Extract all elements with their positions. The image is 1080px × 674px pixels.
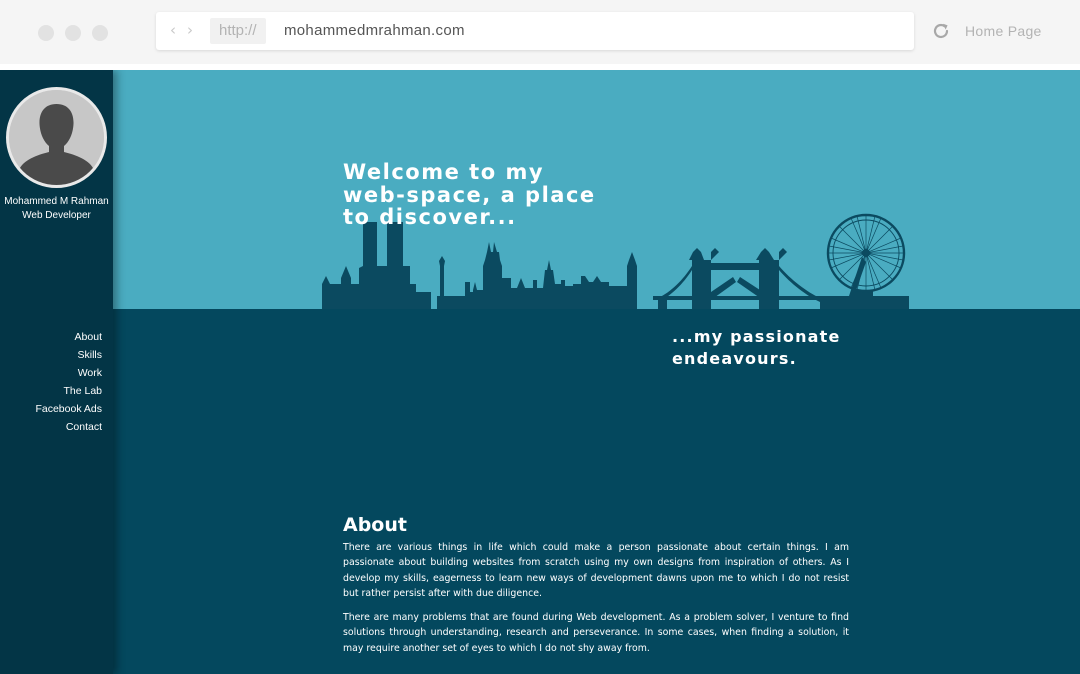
profile-role: Web Developer xyxy=(22,210,91,221)
sidebar-menu: About Skills Work The Lab Facebook Ads C… xyxy=(35,328,102,436)
about-heading: About xyxy=(343,514,407,536)
profile-name: Mohammed M Rahman xyxy=(4,196,109,207)
about-paragraph-1: There are various things in life which c… xyxy=(343,542,849,599)
window-close-dot[interactable] xyxy=(38,25,54,41)
hero-passion-heading: ...my passionate endeavours. xyxy=(672,326,841,370)
passion-line: ...my passionate xyxy=(672,327,841,346)
reload-icon[interactable] xyxy=(930,20,952,42)
welcome-line: Welcome to my xyxy=(343,160,545,184)
avatar-silhouette-icon xyxy=(9,90,104,185)
url-protocol: http:// xyxy=(210,18,266,44)
back-arrow-icon[interactable]: ‹ xyxy=(170,21,176,39)
window-minimize-dot[interactable] xyxy=(65,25,81,41)
about-paragraph-2: There are many problems that are found d… xyxy=(343,612,849,654)
sidebar-item-contact[interactable]: Contact xyxy=(35,418,102,436)
sidebar: Mohammed M Rahman Web Developer About Sk… xyxy=(0,70,113,674)
url-text[interactable]: mohammedmrahman.com xyxy=(284,21,465,41)
avatar xyxy=(6,87,107,188)
sidebar-item-about[interactable]: About xyxy=(35,328,102,346)
browser-toolbar: ‹ › http:// mohammedmrahman.com Home Pag… xyxy=(0,0,1080,64)
address-bar[interactable]: ‹ › http:// mohammedmrahman.com xyxy=(156,12,914,50)
forward-arrow-icon[interactable]: › xyxy=(187,21,193,39)
sidebar-item-work[interactable]: Work xyxy=(35,364,102,382)
welcome-line: web-space, a place xyxy=(343,182,596,207)
sidebar-item-the-lab[interactable]: The Lab xyxy=(35,382,102,400)
window-maximize-dot[interactable] xyxy=(92,25,108,41)
welcome-line: to discover... xyxy=(343,205,517,229)
sidebar-item-skills[interactable]: Skills xyxy=(35,346,102,364)
passion-line: endeavours. xyxy=(672,349,797,368)
hero-welcome-heading: Welcome to my web-space, a place to disc… xyxy=(343,161,643,229)
sidebar-item-facebook-ads[interactable]: Facebook Ads xyxy=(35,400,102,418)
website-viewport: Welcome to my web-space, a place to disc… xyxy=(0,70,1080,674)
home-page-label[interactable]: Home Page xyxy=(965,22,1042,40)
